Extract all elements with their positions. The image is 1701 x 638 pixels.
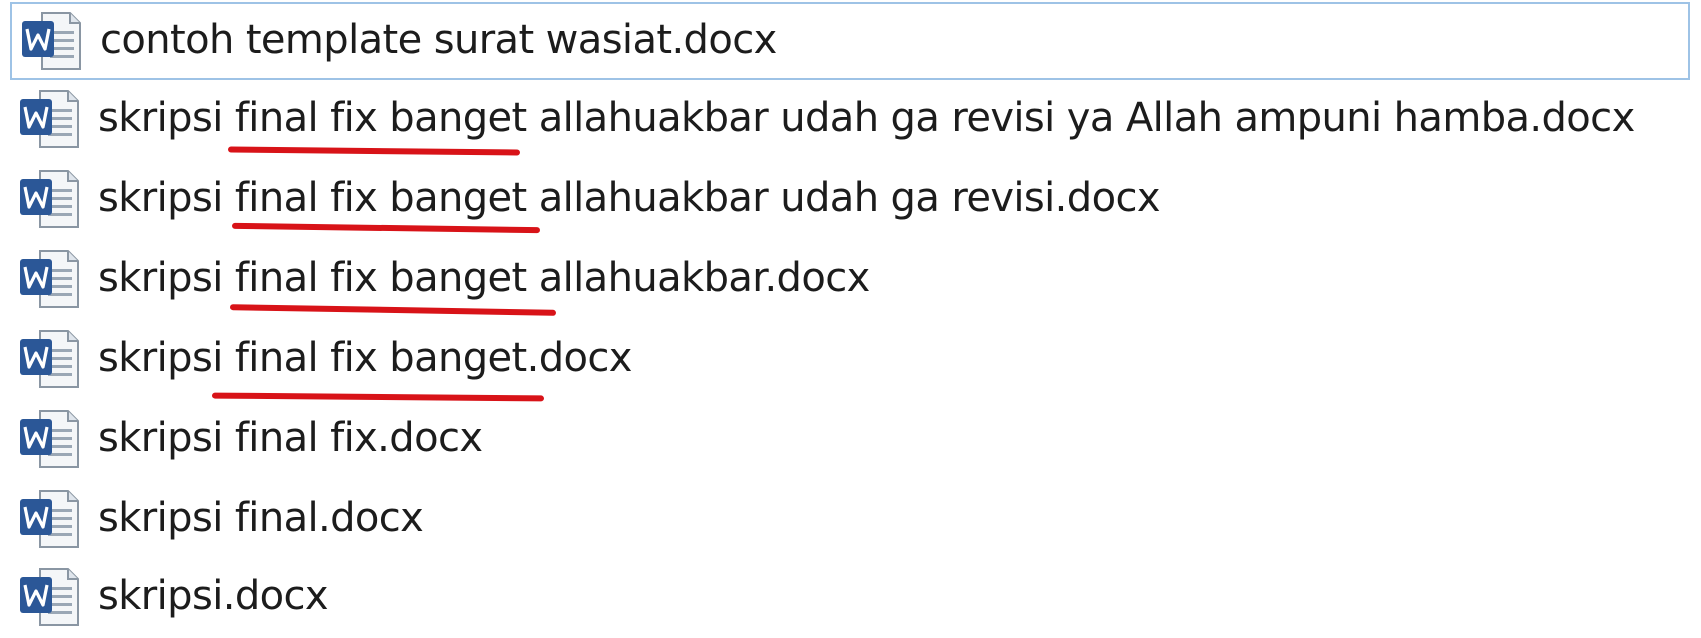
word-document-icon <box>20 330 79 388</box>
file-list: contoh template surat wasiat.docx skrips… <box>0 0 1701 638</box>
file-name: skripsi final.docx <box>98 495 424 542</box>
file-name: skripsi.docx <box>98 573 329 620</box>
file-row[interactable]: skripsi final fix banget.docx <box>10 320 1690 398</box>
word-document-icon <box>20 170 79 228</box>
file-row[interactable]: skripsi final fix.docx <box>10 400 1690 478</box>
file-name: contoh template surat wasiat.docx <box>100 17 777 64</box>
word-document-icon <box>20 410 79 468</box>
file-name: skripsi final fix.docx <box>98 415 483 462</box>
file-row[interactable]: skripsi final.docx <box>10 480 1690 558</box>
file-name: skripsi final fix banget allahuakbar.doc… <box>98 255 870 302</box>
file-row[interactable]: skripsi.docx <box>10 558 1690 636</box>
word-document-icon <box>20 490 79 548</box>
word-document-icon <box>20 250 79 308</box>
file-name: skripsi final fix banget.docx <box>98 335 632 382</box>
word-document-icon <box>20 90 79 148</box>
file-name: skripsi final fix banget allahuakbar uda… <box>98 175 1161 222</box>
word-document-icon <box>22 12 81 70</box>
file-row[interactable]: contoh template surat wasiat.docx <box>10 2 1690 80</box>
file-name: skripsi final fix banget allahuakbar uda… <box>98 95 1635 142</box>
word-document-icon <box>20 568 79 626</box>
